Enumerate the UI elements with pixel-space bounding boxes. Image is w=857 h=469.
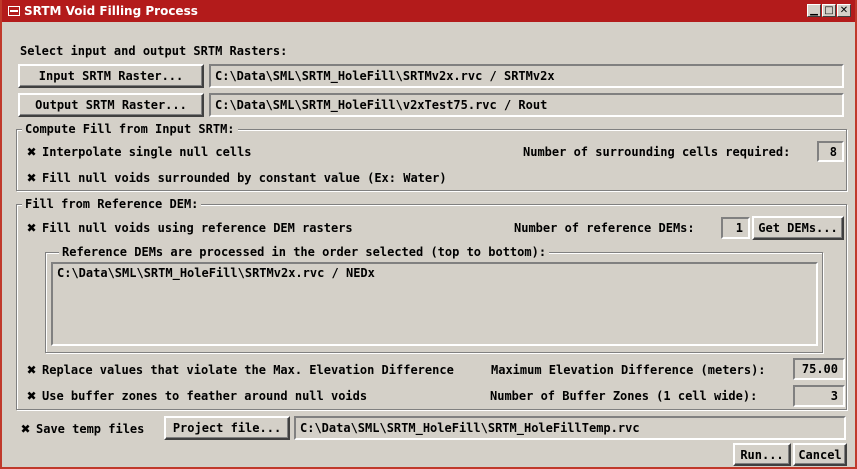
- project-file-button[interactable]: Project file...: [164, 416, 290, 440]
- minimize-icon[interactable]: ▁: [807, 4, 821, 17]
- compute-fill-group-label: Compute Fill from Input SRTM:: [22, 122, 238, 136]
- reference-dem-list[interactable]: C:\Data\SML\SRTM_HoleFill\SRTMv2x.rvc / …: [51, 262, 818, 346]
- maximize-icon[interactable]: □: [822, 4, 836, 17]
- get-dems-button[interactable]: Get DEMs...: [752, 216, 844, 240]
- input-path-field[interactable]: C:\Data\SML\SRTM_HoleFill\SRTMv2x.rvc / …: [209, 64, 844, 88]
- checkbox-check-icon: ✖: [26, 362, 37, 377]
- project-file-path-field[interactable]: C:\Data\SML\SRTM_HoleFill\SRTM_HoleFillT…: [294, 416, 846, 440]
- max-elevation-diff-label: Maximum Elevation Difference (meters):: [491, 363, 766, 377]
- reference-count-field[interactable]: 1: [721, 217, 750, 239]
- save-temp-files-checkbox[interactable]: ✖ Save temp files: [20, 422, 144, 436]
- replace-values-checkbox[interactable]: ✖ Replace values that violate the Max. E…: [26, 362, 454, 377]
- buffer-zones-count-field[interactable]: 3: [793, 385, 845, 407]
- surrounding-cells-label: Number of surrounding cells required:: [523, 145, 791, 159]
- replace-values-label: Replace values that violate the Max. Ele…: [42, 363, 454, 377]
- output-path-field[interactable]: C:\Data\SML\SRTM_HoleFill\v2xTest75.rvc …: [209, 93, 844, 117]
- reference-count-label: Number of reference DEMs:: [514, 221, 695, 235]
- checkbox-check-icon: ✖: [26, 144, 37, 159]
- input-srtm-raster-button[interactable]: Input SRTM Raster...: [18, 64, 204, 88]
- run-button[interactable]: Run...: [733, 443, 791, 466]
- reference-order-label: Reference DEMs are processed in the orde…: [59, 245, 550, 259]
- fill-reference-label: Fill null voids using reference DEM rast…: [42, 221, 353, 235]
- buffer-zones-checkbox[interactable]: ✖ Use buffer zones to feather around nul…: [26, 389, 367, 403]
- window-title: SRTM Void Filling Process: [24, 4, 198, 18]
- checkbox-check-icon: ✖: [20, 421, 31, 436]
- buffer-zones-count-label: Number of Buffer Zones (1 cell wide):: [490, 389, 758, 403]
- dialog-window: SRTM Void Filling Process ▁ □ ✕ Select i…: [0, 0, 857, 469]
- fill-reference-checkbox[interactable]: ✖ Fill null voids using reference DEM ra…: [26, 220, 353, 235]
- checkbox-check-icon: ✖: [26, 220, 37, 235]
- interpolate-checkbox[interactable]: ✖ Interpolate single null cells: [26, 144, 252, 159]
- max-elevation-diff-field[interactable]: 75.00: [793, 358, 845, 380]
- checkbox-check-icon: ✖: [26, 388, 37, 403]
- list-item[interactable]: C:\Data\SML\SRTM_HoleFill\SRTMv2x.rvc / …: [57, 266, 812, 280]
- system-menu-icon[interactable]: [8, 6, 20, 16]
- reference-dem-group-label: Fill from Reference DEM:: [22, 197, 202, 211]
- title-bar[interactable]: SRTM Void Filling Process ▁ □ ✕: [2, 0, 855, 22]
- output-srtm-raster-button[interactable]: Output SRTM Raster...: [18, 93, 204, 117]
- save-temp-files-label: Save temp files: [36, 422, 145, 436]
- constant-value-checkbox[interactable]: ✖ Fill null voids surrounded by constant…: [26, 170, 447, 185]
- surrounding-cells-field[interactable]: 8: [817, 141, 844, 162]
- io-heading: Select input and output SRTM Rasters:: [20, 44, 288, 58]
- checkbox-check-icon: ✖: [26, 170, 37, 185]
- interpolate-label: Interpolate single null cells: [42, 145, 252, 159]
- close-icon[interactable]: ✕: [837, 4, 851, 17]
- constant-value-label: Fill null voids surrounded by constant v…: [42, 171, 447, 185]
- cancel-button[interactable]: Cancel: [793, 443, 847, 466]
- buffer-zones-label: Use buffer zones to feather around null …: [42, 389, 368, 403]
